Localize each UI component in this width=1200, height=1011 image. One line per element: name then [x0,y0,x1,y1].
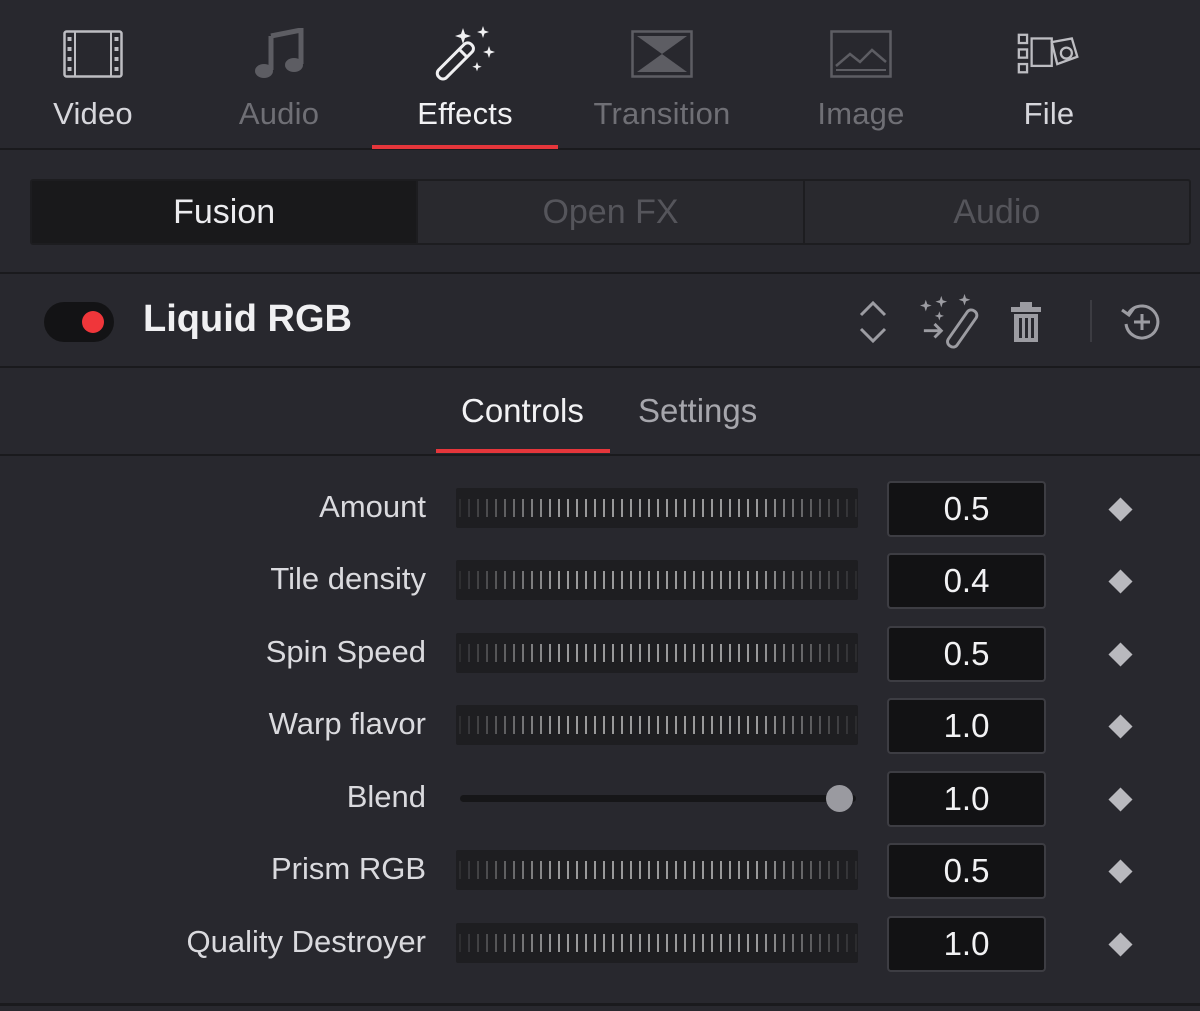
param-label: Blend [346,779,426,814]
control-row-spin-speed: Spin Speed 0.5 [0,626,1200,684]
blend-value-field[interactable]: 1.0 [887,771,1046,827]
tab-image-label: Image [817,96,905,131]
control-row-blend: Blend 1.0 [0,771,1200,829]
tile-density-value-field[interactable]: 0.4 [887,553,1046,609]
keyframe-diamond-icon[interactable] [1107,858,1133,884]
file-camera-icon [1017,26,1081,82]
tab-video-label: Video [53,96,133,131]
expand-collapse-icon[interactable] [843,292,903,352]
inspector-sub-tabs: Controls Settings [0,370,1200,456]
blend-slider[interactable] [460,783,856,813]
inspector-tab-bar: Video Audio Effects Transition Image Fil… [0,0,1200,150]
active-tab-indicator [372,145,558,149]
tab-file[interactable]: File [956,0,1142,150]
tab-effects-label: Effects [417,96,513,131]
category-openfx-button[interactable]: Open FX [418,181,805,243]
tab-transition[interactable]: Transition [558,0,766,150]
magic-wand-icon [433,26,497,82]
reset-icon[interactable] [1112,292,1172,352]
transition-icon [630,26,694,82]
active-subtab-indicator [436,449,610,453]
param-label: Spin Speed [265,634,426,669]
effect-title: Liquid RGB [143,298,352,340]
tab-transition-label: Transition [593,96,731,131]
film-strip-icon [61,26,125,82]
quality-destroyer-ruler-slider[interactable] [456,923,858,963]
keyframe-diamond-icon[interactable] [1107,931,1133,957]
image-icon [829,26,893,82]
prism-rgb-ruler-slider[interactable] [456,850,858,890]
control-row-prism-rgb: Prism RGB 0.5 [0,843,1200,901]
effect-category-area: Fusion Open FX Audio [0,152,1200,274]
category-audio-button[interactable]: Audio [805,181,1189,243]
spin-speed-value-field[interactable]: 0.5 [887,626,1046,682]
param-label: Warp flavor [268,706,426,741]
warp-flavor-value-field[interactable]: 1.0 [887,698,1046,754]
keyframe-diamond-icon[interactable] [1107,568,1133,594]
keyframe-diamond-icon[interactable] [1107,496,1133,522]
category-fusion-button[interactable]: Fusion [32,181,419,243]
control-row-tile-density: Tile density 0.4 [0,553,1200,611]
param-label: Quality Destroyer [186,924,426,959]
param-label: Tile density [270,561,426,596]
param-label: Amount [319,489,426,524]
prism-rgb-value-field[interactable]: 0.5 [887,843,1046,899]
keyframe-diamond-icon[interactable] [1107,713,1133,739]
tab-image[interactable]: Image [766,0,956,150]
effect-header: Liquid RGB [0,276,1200,368]
control-row-amount: Amount 0.5 [0,481,1200,539]
param-label: Prism RGB [271,851,426,886]
tile-density-ruler-slider[interactable] [456,560,858,600]
amount-value-field[interactable]: 0.5 [887,481,1046,537]
header-separator [1090,300,1092,342]
inspector-panel: Video Audio Effects Transition Image Fil… [0,0,1200,1011]
apply-effect-icon[interactable] [920,292,980,352]
slider-track [460,795,856,802]
keyframe-diamond-icon[interactable] [1107,786,1133,812]
toggle-indicator [82,311,104,333]
quality-destroyer-value-field[interactable]: 1.0 [887,916,1046,972]
tab-video[interactable]: Video [0,0,186,150]
slider-knob[interactable] [826,785,854,812]
effect-enable-toggle[interactable] [44,302,114,342]
tab-audio-label: Audio [238,96,320,131]
trash-icon[interactable] [996,292,1056,352]
amount-ruler-slider[interactable] [456,488,858,528]
spin-speed-ruler-slider[interactable] [456,633,858,673]
music-note-icon [247,26,311,82]
control-row-quality-destroyer: Quality Destroyer 1.0 [0,916,1200,974]
tab-controls[interactable]: Controls [461,392,584,430]
panel-bottom-divider [0,1003,1200,1006]
tab-file-label: File [1023,96,1075,131]
tab-audio[interactable]: Audio [186,0,372,150]
control-row-warp-flavor: Warp flavor 1.0 [0,698,1200,756]
warp-flavor-ruler-slider[interactable] [456,705,858,745]
tab-effects[interactable]: Effects [372,0,558,150]
effect-category-segmented: Fusion Open FX Audio [30,179,1191,245]
keyframe-diamond-icon[interactable] [1107,641,1133,667]
tab-settings[interactable]: Settings [638,392,757,430]
